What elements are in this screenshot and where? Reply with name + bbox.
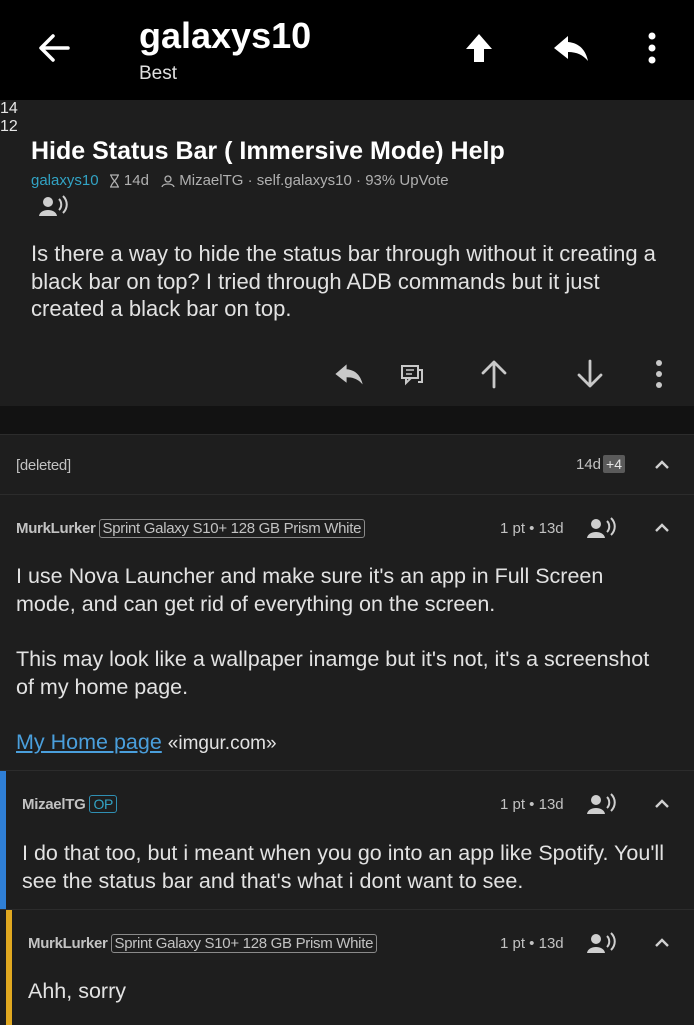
comment-reply: MizaelTG OP 1 pt • 13d I do that too, but…	[0, 770, 694, 910]
comment-stats: 1 pt • 13d	[500, 796, 564, 813]
comment-author-line: MizaelTG OP	[22, 795, 118, 813]
comments-count: 14	[0, 100, 18, 117]
user-flair: Sprint Galaxy S10+ 128 GB Prism White	[98, 519, 366, 538]
post-downvote-icon[interactable]	[574, 358, 606, 392]
post-reply-icon[interactable]	[333, 358, 365, 392]
comment-author[interactable]: MurkLurker	[28, 935, 108, 952]
comment-collapsed[interactable]: [deleted] 14d +4	[0, 434, 694, 495]
comment-body-paragraph: I use Nova Launcher and make sure it's a…	[16, 564, 604, 616]
home-page-link[interactable]: My Home page	[16, 730, 162, 754]
link-domain: «imgur.com»	[167, 733, 277, 754]
text-to-speech-icon[interactable]	[586, 793, 616, 815]
comment-body-paragraph: This may look like a wallpaper inamge bu…	[16, 647, 650, 699]
post-author[interactable]: MizaelTG	[179, 172, 243, 189]
post-domain[interactable]: self.galaxys10	[257, 172, 352, 189]
comment-author-line: MurkLurker Sprint Galaxy S10+ 128 GB Pris…	[28, 934, 378, 953]
op-badge: OP	[89, 795, 118, 813]
comment-stats: 1 pt • 13d	[500, 520, 564, 537]
text-to-speech-icon[interactable]	[586, 932, 616, 954]
comment-stats: 1 pt • 13d	[500, 935, 564, 952]
post-title: Hide Status Bar ( Immersive Mode) Help	[31, 137, 505, 165]
section-divider	[0, 406, 694, 434]
text-to-speech-icon[interactable]	[38, 195, 68, 217]
thread-depth-bar	[6, 910, 12, 1025]
post-score: 12	[0, 118, 18, 135]
comment-body: Ahh, sorry	[28, 979, 126, 1003]
post-card: Hide Status Bar ( Immersive Mode) Help g…	[0, 100, 694, 406]
post-age: 14d	[123, 172, 149, 189]
collapse-chevron-icon[interactable]	[650, 453, 674, 477]
comment-author[interactable]: MurkLurker	[16, 520, 96, 537]
post-body: Is there a way to hide the status bar th…	[31, 241, 656, 321]
comment: MurkLurker Sprint Galaxy S10+ 128 GB Pris…	[0, 494, 694, 771]
comment-stats: 14d +4	[576, 455, 625, 473]
comment-age: 14d	[576, 456, 602, 473]
post-subreddit[interactable]: galaxys10	[31, 172, 99, 189]
user-icon	[161, 174, 175, 188]
text-to-speech-icon[interactable]	[586, 517, 616, 539]
comment-body: I do that too, but i meant when you go i…	[22, 841, 664, 893]
post-more-icon[interactable]	[645, 358, 673, 392]
sort-label[interactable]: Best	[139, 63, 177, 85]
back-arrow-icon[interactable]	[34, 28, 74, 68]
user-flair: Sprint Galaxy S10+ 128 GB Prism White	[110, 934, 378, 953]
thread-depth-bar	[0, 771, 6, 910]
upvote-icon[interactable]	[459, 28, 499, 68]
more-vertical-icon[interactable]	[632, 28, 672, 68]
comment-link-line: My Home page «imgur.com»	[16, 729, 666, 758]
comments-icon[interactable]	[400, 364, 424, 398]
hidden-count-badge: +4	[603, 455, 625, 473]
collapse-chevron-icon[interactable]	[650, 516, 674, 540]
reply-icon[interactable]	[551, 28, 591, 68]
comment-reply: MurkLurker Sprint Galaxy S10+ 128 GB Pris…	[0, 909, 694, 1025]
post-meta: galaxys10 14d MizaelTG · self.galaxys10 …	[31, 172, 449, 189]
post-upvote-ratio: 93% UpVote	[365, 172, 449, 189]
post-upvote-icon[interactable]	[478, 358, 510, 392]
comment-author[interactable]: MizaelTG	[22, 796, 86, 813]
collapse-chevron-icon[interactable]	[650, 931, 674, 955]
app-bar: galaxys10 Best	[0, 0, 694, 100]
hourglass-icon	[109, 174, 120, 188]
subreddit-title: galaxys10	[139, 15, 312, 56]
comment-author: [deleted]	[16, 457, 71, 474]
collapse-chevron-icon[interactable]	[650, 792, 674, 816]
comment-author-line: MurkLurker Sprint Galaxy S10+ 128 GB Pris…	[16, 519, 366, 538]
